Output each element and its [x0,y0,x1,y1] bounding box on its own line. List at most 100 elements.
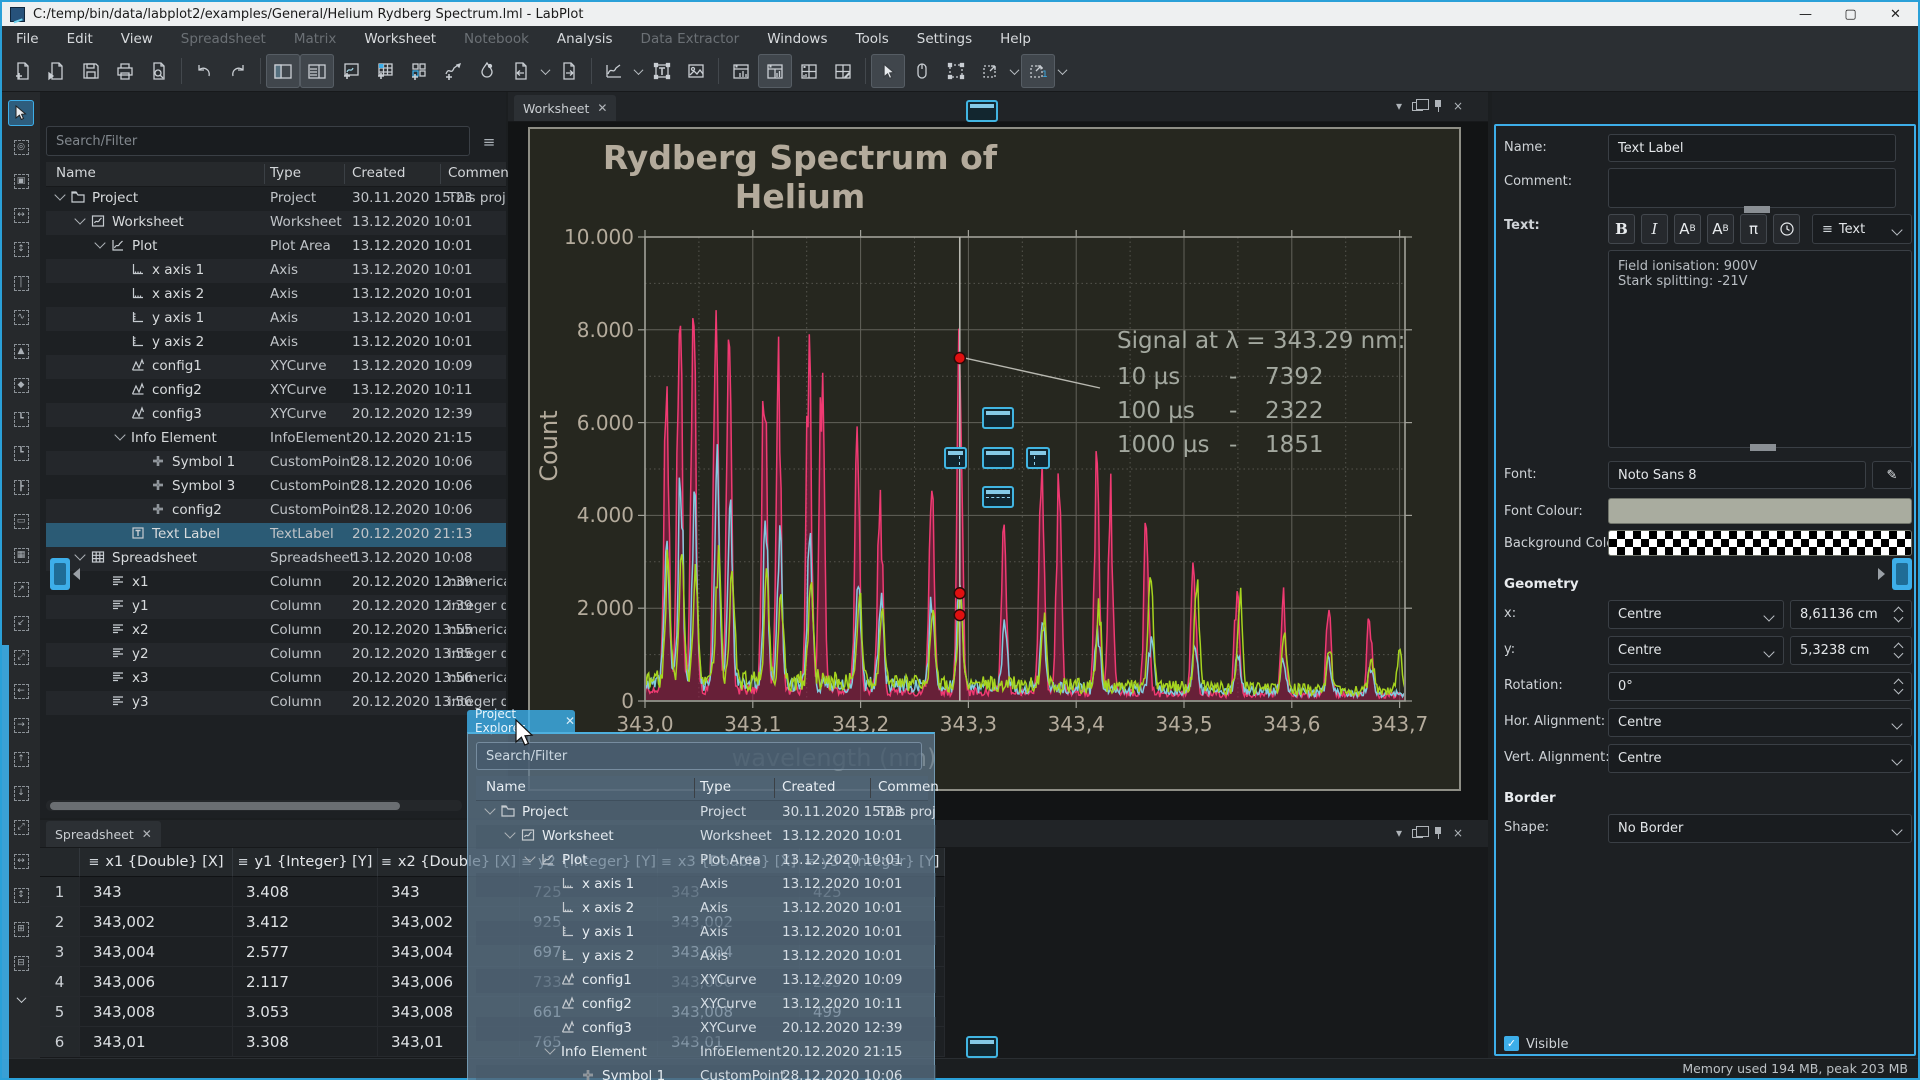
text-mode-dropdown[interactable]: ≡Text [1812,214,1912,244]
scrollbar-thumb[interactable] [50,802,400,810]
curve-tool-icon[interactable]: ∿ [8,304,34,330]
expander-icon[interactable] [544,1043,555,1054]
column-header-commen[interactable]: Commen [878,779,939,795]
cell-y1-row5[interactable]: 3.053 [233,997,378,1027]
y-value-spinner[interactable]: 5,3238 cm [1790,636,1912,665]
print-button[interactable] [108,54,142,88]
plot-area-tool-icon[interactable]: ▭ [8,508,34,534]
tree-row-config2[interactable]: config2XYCurve13.12.2020 10:11 [46,379,506,403]
new-datapicker-button[interactable] [436,54,470,88]
x-value-spinner[interactable]: 8,61136 cm [1790,600,1912,629]
superscript-button[interactable]: AB [1674,214,1701,244]
layout-horizontal-button[interactable] [758,54,792,88]
tree-row-config1[interactable]: config1XYCurve13.12.2020 10:09 [476,969,936,993]
row-number[interactable]: 5 [40,997,80,1027]
print-preview-button[interactable] [142,54,176,88]
toggle-properties-explorer-button[interactable] [300,54,334,88]
axis-tool-2-icon[interactable]: ┗ [8,440,34,466]
save-project-button[interactable] [74,54,108,88]
add-plot-dropdown-arrow[interactable] [631,54,645,88]
float-icon[interactable] [1412,829,1423,838]
font-edit-button[interactable]: ✎ [1872,461,1912,489]
tree-row-y2[interactable]: y2Column20.12.2020 13:55integer da [46,643,506,667]
zoom-x-select-icon[interactable]: ↔ [8,202,34,228]
column-divider[interactable] [344,164,345,184]
y-axis-label[interactable]: Count [535,386,563,506]
tree-row-project[interactable]: ProjectProject30.11.2020 15:23This proje [476,801,936,825]
zoom-select-icon[interactable]: ▣ [8,168,34,194]
export-button[interactable] [552,54,586,88]
tree-row-x-axis-1[interactable]: x axis 1Axis13.12.2020 10:01 [46,259,506,283]
search-input[interactable]: Search/Filter [46,126,470,156]
zoom-out-icon[interactable]: ↙ [8,610,34,636]
tree-row-worksheet[interactable]: WorksheetWorksheet13.12.2020 10:01 [476,825,936,849]
font-colour-swatch[interactable] [1608,498,1912,524]
text-content-area[interactable]: Field ionisation: 900V Stark splitting: … [1608,250,1912,448]
cell-x1-row3[interactable]: 343,004 [80,937,233,967]
shift-left-x-icon[interactable]: ← [8,678,34,704]
dock-indicator-left-edge-icon[interactable] [50,558,70,590]
auto-scale-y-icon[interactable]: ↕ [8,882,34,908]
scale-extend-icon[interactable]: ⊞ [8,916,34,942]
tree-row-x-axis-1[interactable]: x axis 1Axis13.12.2020 10:01 [476,873,936,897]
tree-row-y-axis-1[interactable]: y axis 1Axis13.12.2020 10:01 [46,307,506,331]
tab-worksheet[interactable]: Worksheet✕ [514,95,616,121]
tab-spreadsheet[interactable]: Spreadsheet✕ [46,821,161,847]
menu-view[interactable]: View [107,31,167,47]
triangle-marker-icon[interactable]: ▲ [8,338,34,364]
dock-indicator-top-edge-icon[interactable] [966,100,998,122]
magnification-dropdown-arrow[interactable] [1055,54,1069,88]
close-icon[interactable]: × [1453,99,1463,113]
auto-scale-icon[interactable]: ⤢ [8,814,34,840]
auto-scale-x-icon[interactable]: ↔ [8,848,34,874]
menu-windows[interactable]: Windows [753,31,841,47]
custom-point-marker[interactable] [954,610,965,621]
cell-y1-row1[interactable]: 3.408 [233,877,378,907]
cell-y1-row4[interactable]: 2.117 [233,967,378,997]
tree-row-worksheet[interactable]: WorksheetWorksheet13.12.2020 10:01 [46,211,506,235]
expander-icon[interactable] [74,549,85,560]
column-header-name[interactable]: Name [56,165,96,181]
column-header-created[interactable]: Created [782,779,835,795]
tree-row-spreadsheet[interactable]: SpreadsheetSpreadsheet13.12.2020 10:08 [46,547,506,571]
zoom-in-icon[interactable]: ↗ [8,576,34,602]
new-project-button[interactable] [6,54,40,88]
menu-edit[interactable]: Edit [53,31,107,47]
dock-indicator-top-icon[interactable] [982,407,1014,429]
menu-worksheet[interactable]: Worksheet [350,31,450,47]
menu-tools[interactable]: Tools [842,31,903,47]
expander-icon[interactable] [524,851,535,862]
dock-menu-icon[interactable]: ▾ [1396,826,1402,840]
menu-settings[interactable]: Settings [903,31,986,47]
row-number[interactable]: 6 [40,1027,80,1057]
shift-right-x-icon[interactable]: → [8,712,34,738]
spreadsheet-column-header-1[interactable]: ≡x1 {Double} [X] [80,848,233,877]
column-divider[interactable] [774,778,775,798]
tree-row-symbol-1[interactable]: Symbol 1CustomPoint28.12.2020 10:06 [476,1065,936,1080]
shift-down-y-icon[interactable]: ↓ [8,780,34,806]
filter-options-icon[interactable]: ≡ [476,130,502,154]
border-shape-dropdown[interactable]: No Border [1608,814,1912,843]
expander-icon[interactable] [484,803,495,814]
column-header-created[interactable]: Created [352,165,405,181]
tree-row-y-axis-1[interactable]: y axis 1Axis13.12.2020 10:01 [476,921,936,945]
pin-icon[interactable] [1433,100,1443,112]
tree-row-config3[interactable]: config3XYCurve20.12.2020 12:39 [476,1017,936,1041]
scale-shrink-icon[interactable]: ⊟ [8,950,34,976]
cell-x1-row6[interactable]: 343,01 [80,1027,233,1057]
axis-tool-1-icon[interactable]: ┗ [8,406,34,432]
layout-grid-button[interactable] [792,54,826,88]
tree-row-info-element[interactable]: Info ElementInfoElement20.12.2020 21:15 [46,427,506,451]
name-field[interactable]: Text Label [1608,134,1896,162]
color-maps-button[interactable] [470,54,504,88]
tree-row-symbol-3[interactable]: Symbol 3CustomPoint28.12.2020 10:06 [46,475,506,499]
cell-y1-row2[interactable]: 3.412 [233,907,378,937]
undo-button[interactable] [187,54,221,88]
insert-datetime-button[interactable] [1773,214,1800,244]
sidebar-overflow-chevron-icon[interactable] [8,986,34,1012]
cursor-line-icon[interactable]: │ [8,270,34,296]
float-icon[interactable] [1412,102,1423,111]
tree-row-y-axis-2[interactable]: y axis 2Axis13.12.2020 10:01 [476,945,936,969]
subscript-button[interactable]: AB [1707,214,1734,244]
cell-x1-row2[interactable]: 343,002 [80,907,233,937]
